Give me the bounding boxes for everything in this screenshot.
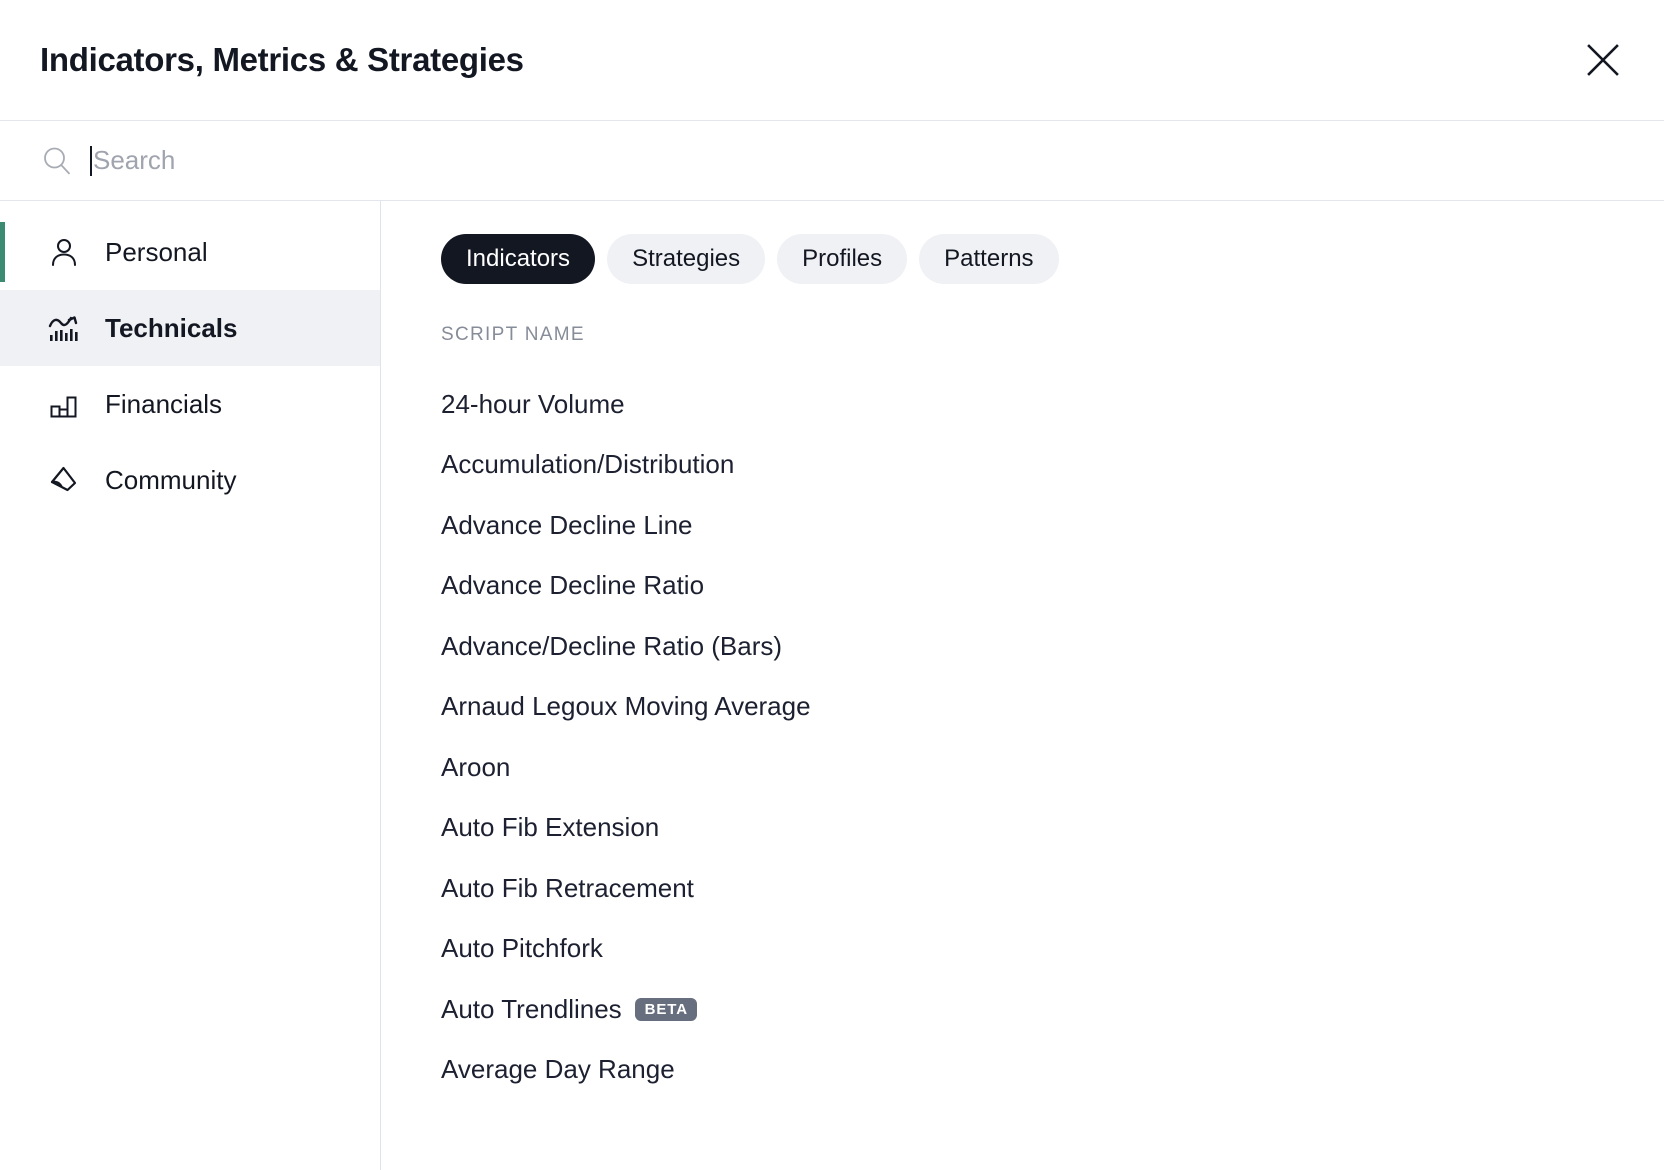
list-item[interactable]: Aroon [441,737,1664,798]
list-item[interactable]: Auto Fib Extension [441,798,1664,859]
search-field-wrapper[interactable] [90,141,1624,181]
sidebar-item-financials[interactable]: Financials [0,366,380,442]
script-name: Auto Pitchfork [441,933,603,964]
list-item[interactable]: Advance Decline Line [441,495,1664,556]
list-item[interactable]: Advance/Decline Ratio (Bars) [441,616,1664,677]
main-content: Indicators Strategies Profiles Patterns … [381,201,1664,1170]
list-item[interactable]: Average Day Range [441,1040,1664,1101]
list-item[interactable]: Advance Decline Ratio [441,556,1664,617]
column-header-script-name: SCRIPT NAME [441,324,1664,346]
tab-strategies[interactable]: Strategies [607,234,765,284]
sidebar: Personal Technicals [0,201,381,1170]
tab-patterns[interactable]: Patterns [919,234,1058,284]
script-list: 24-hour Volume Accumulation/Distribution… [441,374,1664,1100]
script-name: Advance Decline Line [441,510,693,541]
tab-profiles[interactable]: Profiles [777,234,907,284]
page-title: Indicators, Metrics & Strategies [40,41,524,79]
sidebar-item-label: Financials [105,389,222,420]
script-name: Auto Trendlines [441,994,622,1025]
sidebar-item-label: Community [105,465,236,496]
indicators-dialog: Indicators, Metrics & Strategies [0,0,1664,1170]
sidebar-item-label: Technicals [105,313,237,344]
list-item[interactable]: 24-hour Volume [441,374,1664,435]
list-item[interactable]: Accumulation/Distribution [441,435,1664,496]
text-caret [90,146,92,176]
status-badge: BETA [635,998,697,1021]
sidebar-item-label: Personal [105,237,208,268]
tab-bar: Indicators Strategies Profiles Patterns [441,234,1664,284]
script-name: Advance/Decline Ratio (Bars) [441,631,782,662]
list-item[interactable]: Auto Pitchfork [441,919,1664,980]
search-icon [40,144,74,178]
script-name: Auto Fib Extension [441,812,659,843]
list-item[interactable]: Auto Trendlines BETA [441,979,1664,1040]
script-name: Average Day Range [441,1054,675,1085]
list-item[interactable]: Auto Fib Retracement [441,858,1664,919]
script-name: Accumulation/Distribution [441,449,734,480]
sidebar-item-personal[interactable]: Personal [0,214,380,290]
line-chart-icon [45,309,83,347]
bar-chart-icon [45,385,83,423]
rocket-icon [45,461,83,499]
script-name: 24-hour Volume [441,389,625,420]
dialog-body: Personal Technicals [0,201,1664,1170]
search-bar[interactable] [0,121,1664,201]
tab-indicators[interactable]: Indicators [441,234,595,284]
close-button[interactable] [1576,33,1630,87]
dialog-header: Indicators, Metrics & Strategies [0,0,1664,121]
search-input[interactable] [93,141,1624,181]
sidebar-item-technicals[interactable]: Technicals [0,290,380,366]
script-name: Arnaud Legoux Moving Average [441,691,811,722]
user-icon [45,233,83,271]
list-item[interactable]: Arnaud Legoux Moving Average [441,677,1664,738]
sidebar-item-community[interactable]: Community [0,442,380,518]
script-name: Advance Decline Ratio [441,570,704,601]
script-name: Auto Fib Retracement [441,873,694,904]
script-name: Aroon [441,752,510,783]
close-icon [1585,42,1621,78]
